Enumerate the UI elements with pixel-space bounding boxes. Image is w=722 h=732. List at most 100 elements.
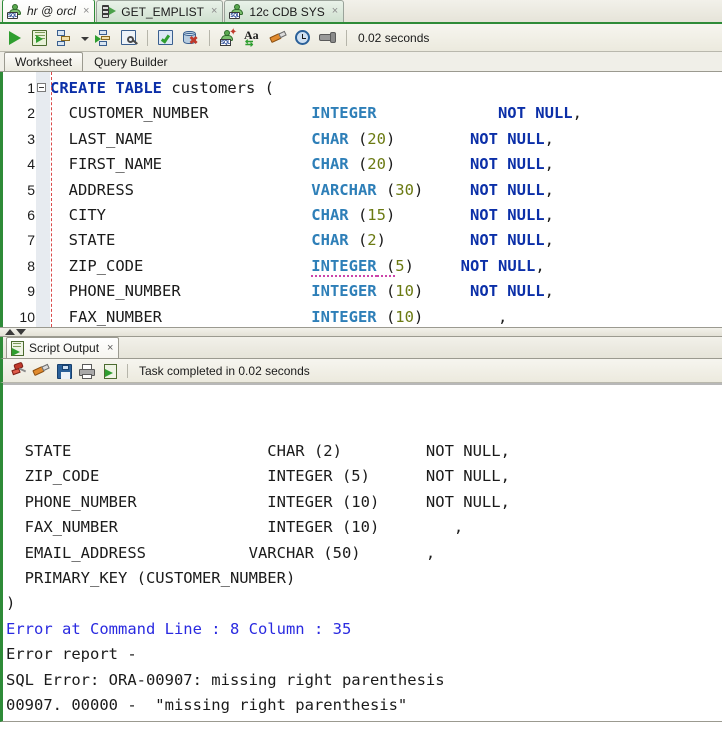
sql-tuning-advisor-button[interactable] [118,27,140,49]
explain-plan-button[interactable] [93,27,115,49]
code-token: NOT NULL [469,231,545,250]
code-token: NOT NULL [469,129,545,148]
connection-tab-label: 12c CDB SYS [249,4,325,19]
close-icon[interactable]: × [107,342,113,354]
code-token: FIRST_NAME [50,155,312,174]
connection-tab-12c-cdb-sys[interactable]: SQL 12c CDB SYS × [224,0,345,22]
code-token: ( [348,205,368,224]
connection-icon-badge: SQL [7,11,18,19]
run-script-button[interactable] [29,27,51,49]
code-token: ) [376,231,386,250]
code-token: 2 [367,231,377,250]
to-upper-lower-button[interactable]: Aa ⇆ [242,27,264,49]
clear-button[interactable] [267,27,289,49]
close-icon[interactable]: × [332,6,338,17]
code-token: , [544,231,554,250]
code-token: VARCHAR [311,180,377,199]
code-line[interactable]: STATE CHAR (2) NOT NULL, [50,228,722,253]
printer-icon [79,363,95,379]
connection-tab-get-emplist[interactable]: GET_EMPLIST × [96,0,224,22]
output-line: ) [6,594,16,613]
code-token: , [544,129,554,148]
editor-output-splitter[interactable] [0,327,722,337]
code-token: ) [385,155,396,174]
rollback-button[interactable]: ✖ [180,27,202,49]
wrench-icon [319,31,337,45]
elapsed-time-label: 0.02 seconds [358,30,430,45]
open-output-button[interactable] [100,361,120,381]
unshared-sql-worksheet-button[interactable]: SQL ✦ [217,27,239,49]
close-icon[interactable]: × [211,6,217,17]
triangle-up-icon[interactable] [5,329,15,335]
tab-query-builder[interactable]: Query Builder [83,52,178,71]
toolbar-separator [209,29,210,46]
autotrace-button[interactable] [54,27,76,49]
tab-script-output[interactable]: Script Output × [6,337,120,358]
autotrace-icon [57,29,71,46]
code-token: ( [376,180,396,199]
play-icon [9,30,21,45]
code-token: LAST_NAME [50,129,312,148]
code-token: ( [376,307,396,326]
code-token: INTEGER [311,104,377,123]
commit-button[interactable] [155,27,177,49]
code-token: , [544,282,554,301]
sql-history-button[interactable] [292,27,314,49]
close-icon[interactable]: × [83,5,89,17]
save-output-button[interactable] [54,361,74,381]
code-token: INTEGER [311,307,377,326]
tab-worksheet[interactable]: Worksheet [4,52,84,71]
fold-minus-icon[interactable] [37,83,46,92]
tab-worksheet-label: Worksheet [15,55,73,69]
connection-tab-label: GET_EMPLIST [121,4,204,19]
code-line[interactable]: CREATE TABLE customers ( [50,76,722,101]
code-line[interactable]: FIRST_NAME CHAR (20) NOT NULL, [50,152,722,177]
code-token: 30 [395,180,414,199]
code-token: FAX_NUMBER [50,307,312,326]
right-margin-guide [51,72,52,327]
code-token: , [423,307,508,326]
code-token: ) [413,180,424,199]
code-line[interactable]: PHONE_NUMBER INTEGER (10) NOT NULL, [50,279,722,304]
script-output-pane[interactable]: STATE CHAR (2) NOT NULL, ZIP_CODE INTEGE… [0,383,722,722]
run-statement-button[interactable] [4,27,26,49]
output-error-location-line: Error at Command Line : 8 Column : 35 [6,619,352,638]
code-token: , [535,256,545,275]
code-token: CHAR [311,129,349,148]
triangle-down-icon[interactable] [16,329,26,335]
code-line[interactable]: FAX_NUMBER INTEGER (10) , [50,305,722,327]
sql-code-text[interactable]: CREATE TABLE customers ( CUSTOMER_NUMBER… [50,72,722,327]
code-line[interactable]: LAST_NAME CHAR (20) NOT NULL, [50,127,722,152]
connection-tab-label: hr @ orcl [27,4,76,18]
toolbar-separator [127,363,128,378]
code-line[interactable]: ADDRESS VARCHAR (30) NOT NULL, [50,178,722,203]
line-number: 1 [27,80,35,96]
code-token: , [572,104,582,123]
output-line: FAX_NUMBER INTEGER (10) , [6,518,464,537]
tab-query-builder-label: Query Builder [94,55,168,69]
sql-code-editor[interactable]: 1234567891011 CREATE TABLE customers ( C… [0,72,722,327]
code-token: 10 [395,282,414,301]
code-line[interactable]: CITY CHAR (15) NOT NULL, [50,203,722,228]
code-fold-margin[interactable] [36,72,50,327]
connection-tab-hr-orcl[interactable]: SQL hr @ orcl × [2,0,96,22]
code-token: NOT NULL [460,256,536,275]
code-token: 20 [367,129,386,148]
code-token: 15 [367,205,386,224]
magnifier-sheet-icon [121,29,138,45]
clock-icon [295,29,310,45]
connection-icon: SQL [229,4,245,19]
syntax-error-token: ( [376,256,396,277]
code-line[interactable]: ZIP_CODE INTEGER (5) NOT NULL, [50,254,722,279]
print-output-button[interactable] [77,361,97,381]
clear-output-button[interactable] [31,361,51,381]
code-token: , [544,155,554,174]
line-number: 8 [27,257,35,274]
autotrace-dropdown[interactable] [79,27,90,49]
query-builder-button[interactable] [317,27,339,49]
pin-output-button[interactable] [8,361,28,381]
code-token: 5 [395,256,405,275]
code-line[interactable]: CUSTOMER_NUMBER INTEGER NOT NULL, [50,101,722,126]
save-disk-icon [57,363,72,379]
